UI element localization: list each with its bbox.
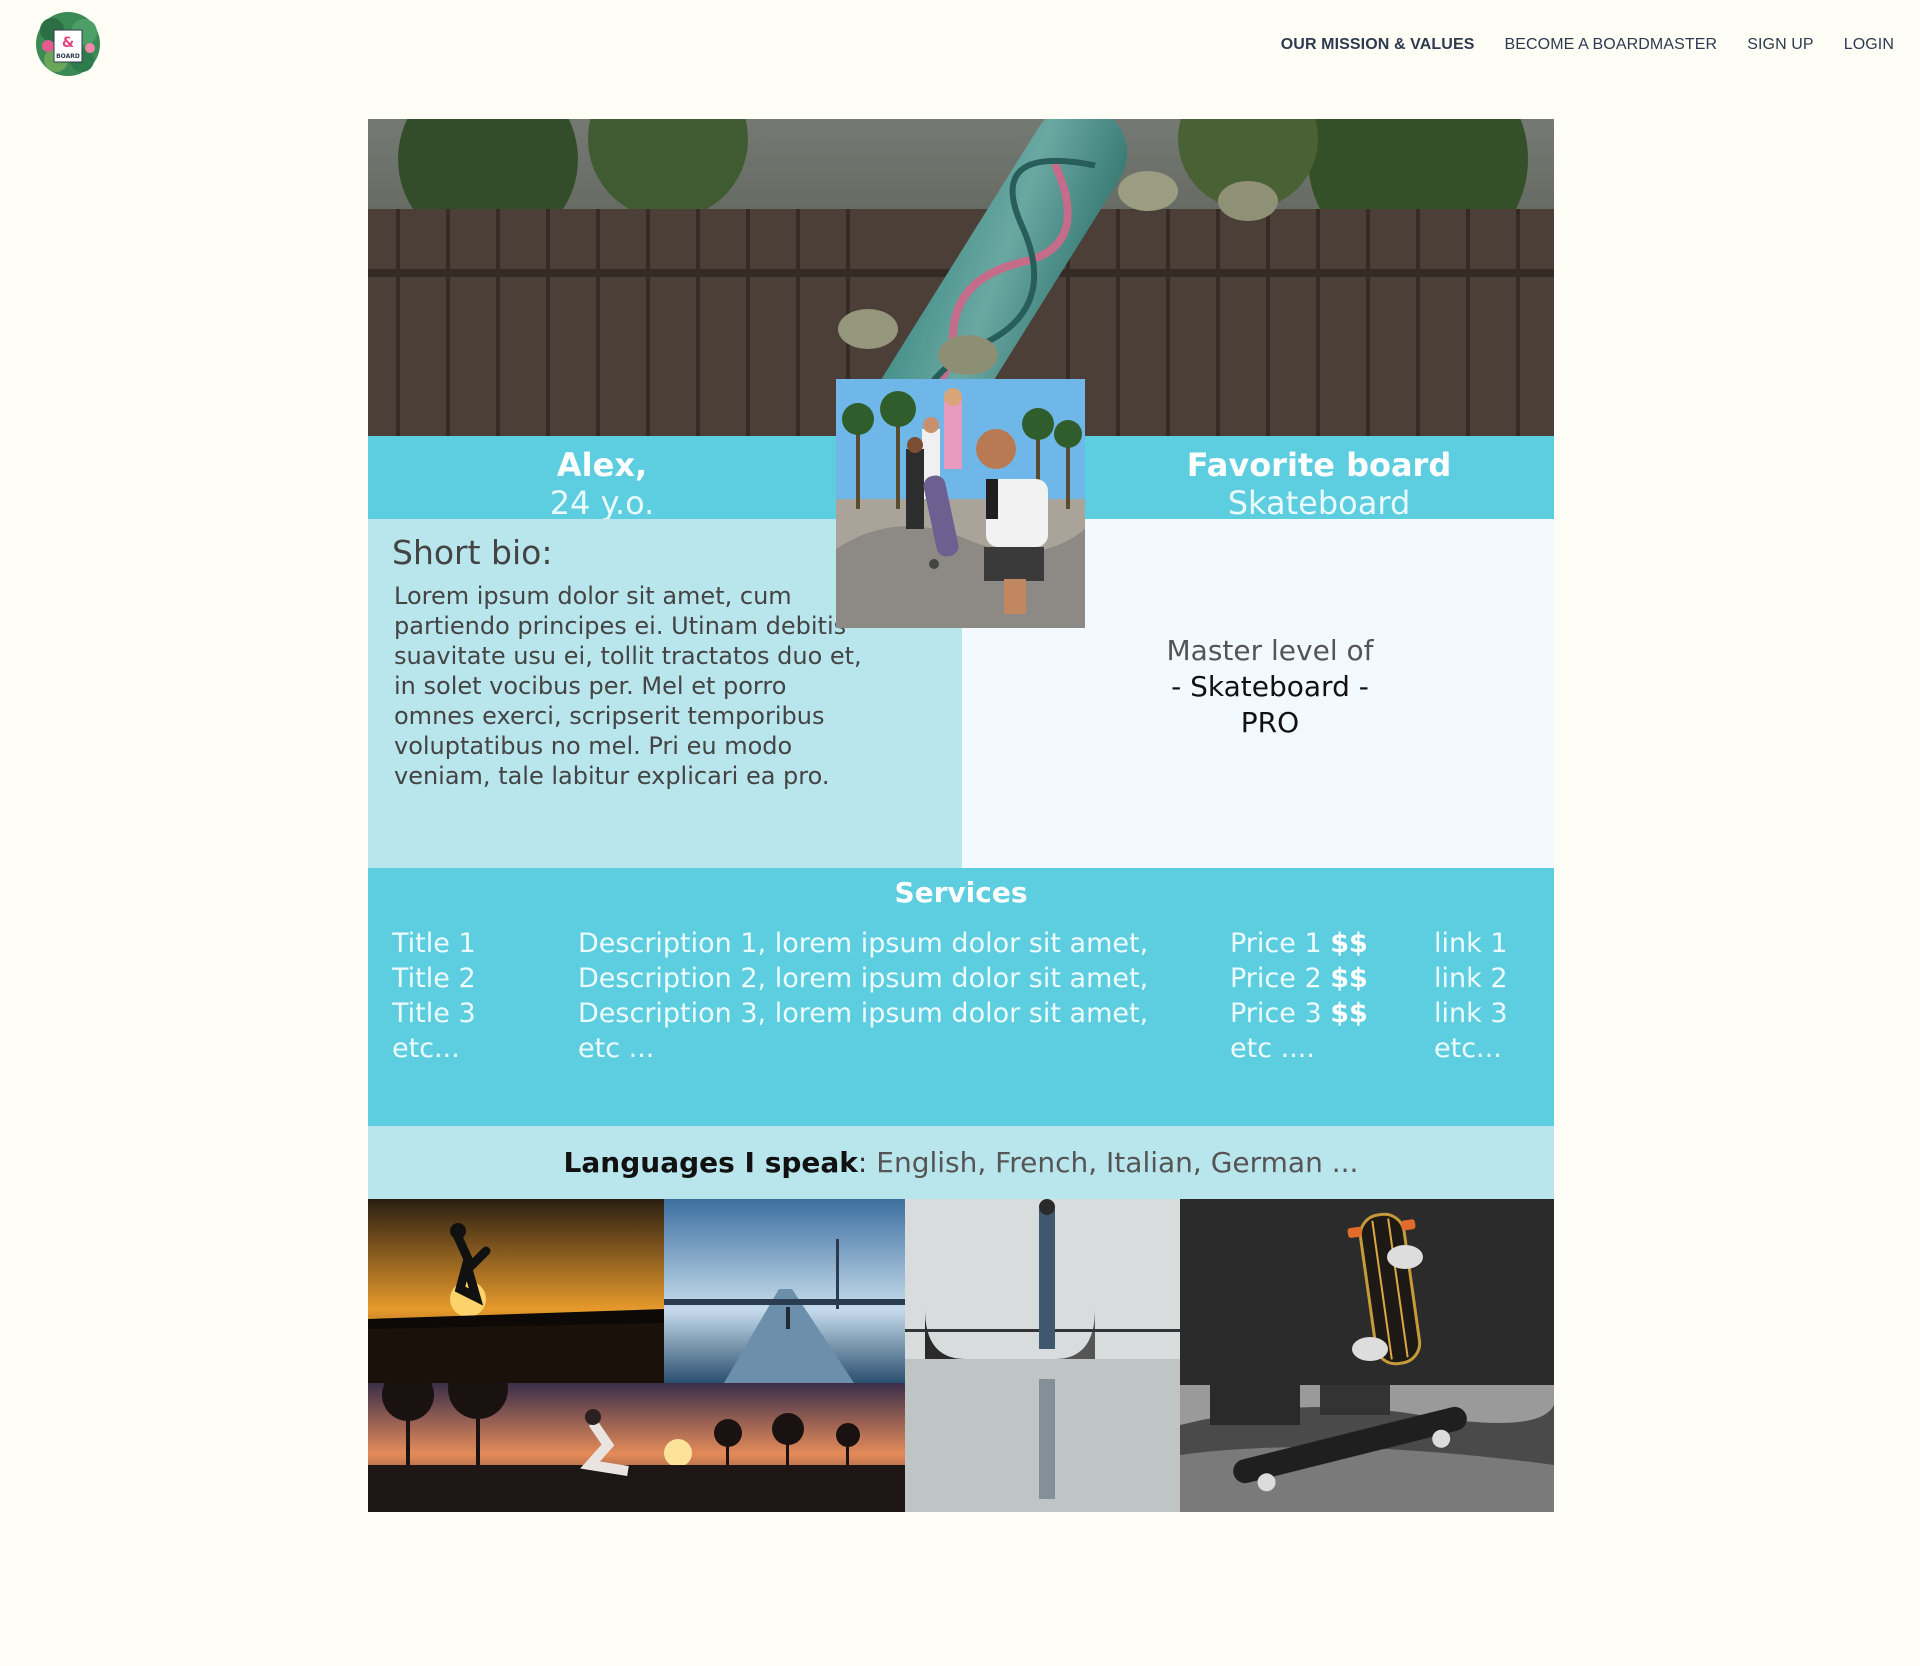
nav-login[interactable]: LOGIN: [1844, 36, 1894, 54]
gallery-photo-longboard-feet[interactable]: [1180, 1199, 1554, 1385]
service-link[interactable]: etc...: [1434, 1031, 1508, 1066]
service-price-label: Price 1: [1230, 928, 1322, 959]
gallery-photo-pier[interactable]: [664, 1199, 905, 1383]
service-link[interactable]: link 1: [1434, 926, 1508, 961]
svg-text:BOARD: BOARD: [56, 53, 80, 60]
service-price-symbol: $$: [1330, 998, 1368, 1029]
service-description: Description 3, lorem ipsum dolor sit ame…: [578, 998, 1149, 1029]
service-price-symbol: $$: [1330, 963, 1368, 994]
master-level-rank: PRO: [1240, 706, 1300, 739]
languages-label: Languages I speak: [563, 1146, 858, 1179]
service-description: etc ...: [578, 1033, 655, 1064]
nav-sign-up[interactable]: SIGN UP: [1747, 36, 1814, 54]
service-description: Description 1, lorem ipsum dolor sit ame…: [578, 928, 1149, 959]
profile-name: Alex,: [556, 446, 648, 484]
main-nav: OUR MISSION & VALUES BECOME A BOARDMASTE…: [1281, 36, 1894, 54]
service-link[interactable]: link 3: [1434, 996, 1508, 1031]
photo-gallery: [368, 1199, 1554, 1512]
services-title-column: Title 1 Title 2 Title 3 etc...: [392, 926, 476, 1066]
profile-avatar: [836, 379, 1085, 628]
service-link[interactable]: link 2: [1434, 961, 1508, 996]
nav-become-boardmaster[interactable]: BECOME A BOARDMASTER: [1504, 36, 1717, 54]
master-level: Master level of - Skateboard - PRO: [1142, 633, 1398, 741]
languages-bar: Languages I speak: English, French, Ital…: [368, 1126, 1554, 1199]
service-price-label: Price 3: [1230, 998, 1322, 1029]
service-price-symbol: $$: [1330, 928, 1368, 959]
service-price: Price 1 $$: [1230, 926, 1368, 961]
brand-logo[interactable]: & BOARD: [30, 2, 106, 84]
services-section: Services Title 1 Title 2 Title 3 etc... …: [368, 868, 1554, 1126]
gallery-photo-palm-sunset[interactable]: [368, 1383, 905, 1512]
service-title: Title 1: [392, 928, 476, 959]
svg-text:&: &: [62, 35, 74, 51]
favorite-board-band: Favorite board Skateboard: [1084, 436, 1554, 522]
nav-mission-values[interactable]: OUR MISSION & VALUES: [1281, 36, 1475, 54]
services-title: Services: [894, 876, 1028, 909]
service-description: Description 2, lorem ipsum dolor sit ame…: [578, 963, 1149, 994]
service-title: etc...: [392, 1033, 460, 1064]
service-price: Price 3 $$: [1230, 996, 1368, 1031]
favorite-board-value: Skateboard: [1227, 484, 1411, 522]
service-price-label: Price 2: [1230, 963, 1322, 994]
languages-colon: :: [857, 1146, 877, 1179]
gallery-photo-halfpipe[interactable]: [905, 1199, 1180, 1512]
master-level-board: - Skateboard -: [1171, 670, 1369, 703]
services-link-column: link 1 link 2 link 3 etc...: [1434, 926, 1508, 1066]
master-level-prefix: Master level of: [1166, 634, 1374, 667]
favorite-board-label: Favorite board: [1186, 446, 1452, 484]
languages-value: English, French, Italian, German ...: [876, 1146, 1359, 1179]
services-description-column: Description 1, lorem ipsum dolor sit ame…: [578, 926, 1148, 1066]
service-title: Title 2: [392, 963, 476, 994]
service-price: etc ....: [1230, 1033, 1315, 1064]
bio-text: Lorem ipsum dolor sit amet, cum partiend…: [394, 582, 862, 790]
gallery-photo-sunset-skater[interactable]: [368, 1199, 664, 1383]
name-band: Alex, 24 y.o.: [368, 436, 836, 522]
profile-age: 24 y.o.: [549, 484, 655, 522]
service-title: Title 3: [392, 998, 476, 1029]
bio-title: Short bio:: [392, 533, 553, 572]
services-price-column: Price 1 $$ Price 2 $$ Price 3 $$ etc ...…: [1230, 926, 1368, 1066]
service-price: Price 2 $$: [1230, 961, 1368, 996]
gallery-photo-bw-skateboard[interactable]: [1180, 1385, 1554, 1512]
